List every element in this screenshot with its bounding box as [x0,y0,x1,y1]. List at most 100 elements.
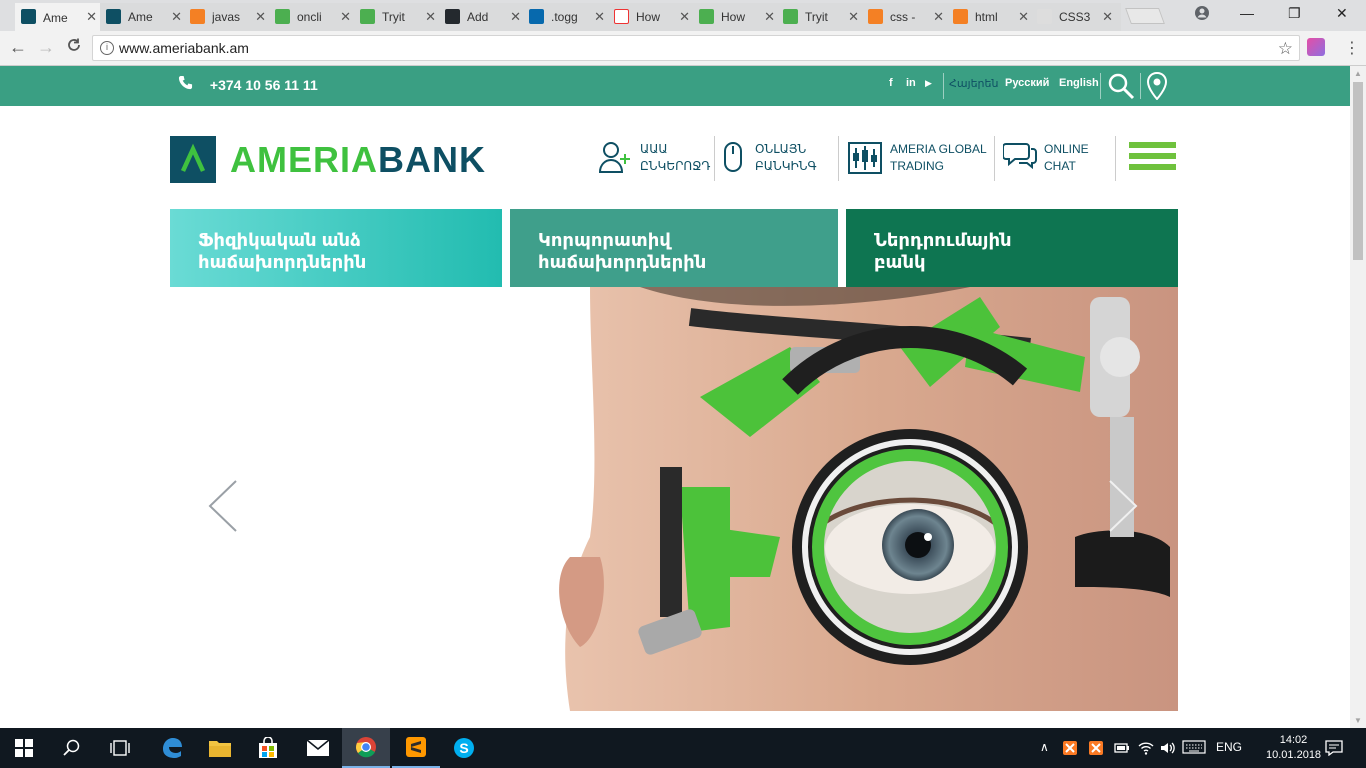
browser-tab[interactable]: Add ✕ [439,3,529,31]
tab-close-icon[interactable]: ✕ [86,9,97,25]
forward-button[interactable]: → [37,37,55,58]
lang-armenian[interactable]: Հայերեն [949,77,998,90]
browser-tab[interactable]: javas ✕ [184,3,274,31]
browser-tab[interactable]: CSS3 ✕ [1031,3,1121,31]
cv-icon [614,9,629,24]
tab-close-icon[interactable]: ✕ [933,9,944,25]
tab-close-icon[interactable]: ✕ [510,9,521,25]
nav-label-line2: TRADING [890,159,944,173]
phone-number[interactable]: +374 10 56 11 11 [178,75,318,94]
tab-title: html [975,10,998,24]
category-individuals[interactable]: Ֆիզիկական անձ հաճախորդներին [170,209,502,287]
chrome-icon[interactable] [342,728,390,768]
tab-title: .togg [551,10,578,24]
github-icon [445,9,460,24]
browser-tab[interactable]: How ✕ [608,3,698,31]
lang-english[interactable]: English [1059,77,1099,89]
browser-tab[interactable]: .togg ✕ [523,3,613,31]
clock-date: 10.01.2018 [1266,749,1322,761]
nav-online-banking[interactable]: ՕՆԼԱՅՆ ԲԱՆԿԻՆԳ [755,141,817,175]
search-icon[interactable] [1107,72,1135,105]
browser-tab[interactable]: css - ✕ [862,3,952,31]
trading-chart-icon [848,140,882,181]
logo-mark[interactable] [170,136,216,183]
browser-tab[interactable]: Ame ✕ [15,3,105,32]
facebook-icon[interactable]: f [889,77,893,89]
url-text: www.ameriabank.am [119,40,249,56]
browser-tab[interactable]: html ✕ [947,3,1037,31]
location-pin-icon[interactable] [1146,71,1168,105]
bookmark-star-icon[interactable]: ☆ [1278,37,1293,61]
tab-close-icon[interactable]: ✕ [340,9,351,25]
sublime-text-icon[interactable] [392,728,440,768]
reload-button[interactable] [66,37,82,58]
address-bar[interactable]: i www.ameriabank.am ☆ [92,35,1300,61]
window-close-button[interactable]: ✕ [1336,5,1348,22]
scroll-down-arrow-icon[interactable]: ▼ [1354,716,1362,725]
nav-ameria-global-trading[interactable]: AMERIA GLOBAL TRADING [890,141,987,175]
category-investment-bank[interactable]: Ներդրումային բանկ [846,209,1178,287]
tab-close-icon[interactable]: ✕ [594,9,605,25]
task-view-icon[interactable] [96,728,144,768]
category-corporate[interactable]: Կորպորատիվ հաճախորդներին [510,209,838,287]
keyboard-icon[interactable] [1182,740,1206,757]
logo-bank: BANK [378,139,486,180]
nav-label-line1: ՕՆԼԱՅՆ [755,142,807,156]
nav-become-client[interactable]: ԱԱԱ ԸՆԿԵՐՈՋԴ [640,141,710,175]
slider-next-arrow-icon[interactable] [1106,479,1140,538]
input-language[interactable]: ENG [1216,740,1242,754]
scroll-thumb[interactable] [1353,82,1363,260]
battery-icon[interactable] [1114,740,1130,759]
xampp-tray-icon[interactable] [1062,740,1078,759]
stackoverflow-icon [190,9,205,24]
browser-tab[interactable]: Tryit ✕ [777,3,867,31]
page-scrollbar[interactable]: ▲ ▼ [1350,66,1366,728]
store-icon[interactable] [244,728,292,768]
windows-start-icon[interactable] [0,728,48,768]
slider-prev-arrow-icon[interactable] [206,479,240,538]
volume-icon[interactable] [1160,740,1176,759]
minimize-button[interactable]: — [1240,5,1254,21]
category-label-line1: Ներդրումային [874,230,1012,250]
logo-wordmark[interactable]: AMERIABANK [230,139,486,181]
maximize-button[interactable]: ❐ [1288,5,1301,22]
wifi-icon[interactable] [1138,740,1154,759]
hamburger-menu-icon[interactable] [1129,142,1176,175]
hero-banner-image [170,287,1178,711]
extension-icon[interactable] [1307,38,1325,56]
back-button[interactable]: ← [9,37,27,58]
profile-icon[interactable] [1194,5,1210,24]
tab-close-icon[interactable]: ✕ [255,9,266,25]
tray-expand-icon[interactable]: ∧ [1040,740,1049,754]
browser-menu-icon[interactable]: ⋮ [1344,38,1360,58]
tab-close-icon[interactable]: ✕ [171,9,182,25]
site-info-icon[interactable]: i [100,41,114,55]
tab-close-icon[interactable]: ✕ [764,9,775,25]
browser-tab[interactable]: oncli ✕ [269,3,359,31]
stackoverflow-icon [953,9,968,24]
browser-tab[interactable]: How ✕ [693,3,783,31]
mail-icon[interactable] [294,728,342,768]
new-tab-button[interactable] [1125,8,1165,24]
skype-icon[interactable]: S [440,728,488,768]
xampp-tray-icon-2[interactable] [1088,740,1104,759]
linkedin-icon[interactable]: in [906,77,916,89]
file-explorer-icon[interactable] [196,728,244,768]
lang-russian[interactable]: Русский [1005,77,1049,89]
tab-close-icon[interactable]: ✕ [848,9,859,25]
clock[interactable]: 14:02 10.01.2018 [1266,733,1321,763]
browser-tab[interactable]: Tryit ✕ [354,3,444,31]
browser-tab[interactable]: Ame ✕ [100,3,190,31]
edge-icon[interactable] [148,728,196,768]
search-icon[interactable] [48,728,96,768]
nav-online-chat[interactable]: ONLINE CHAT [1044,141,1089,175]
tab-close-icon[interactable]: ✕ [1102,9,1113,25]
tab-close-icon[interactable]: ✕ [425,9,436,25]
tab-close-icon[interactable]: ✕ [1018,9,1029,25]
youtube-icon[interactable]: ▶ [925,78,932,89]
scroll-up-arrow-icon[interactable]: ▲ [1354,69,1362,78]
tab-title: Ame [43,10,68,25]
tab-close-icon[interactable]: ✕ [679,9,690,25]
notifications-icon[interactable] [1325,740,1343,759]
nav-label-line2: CHAT [1044,159,1076,173]
